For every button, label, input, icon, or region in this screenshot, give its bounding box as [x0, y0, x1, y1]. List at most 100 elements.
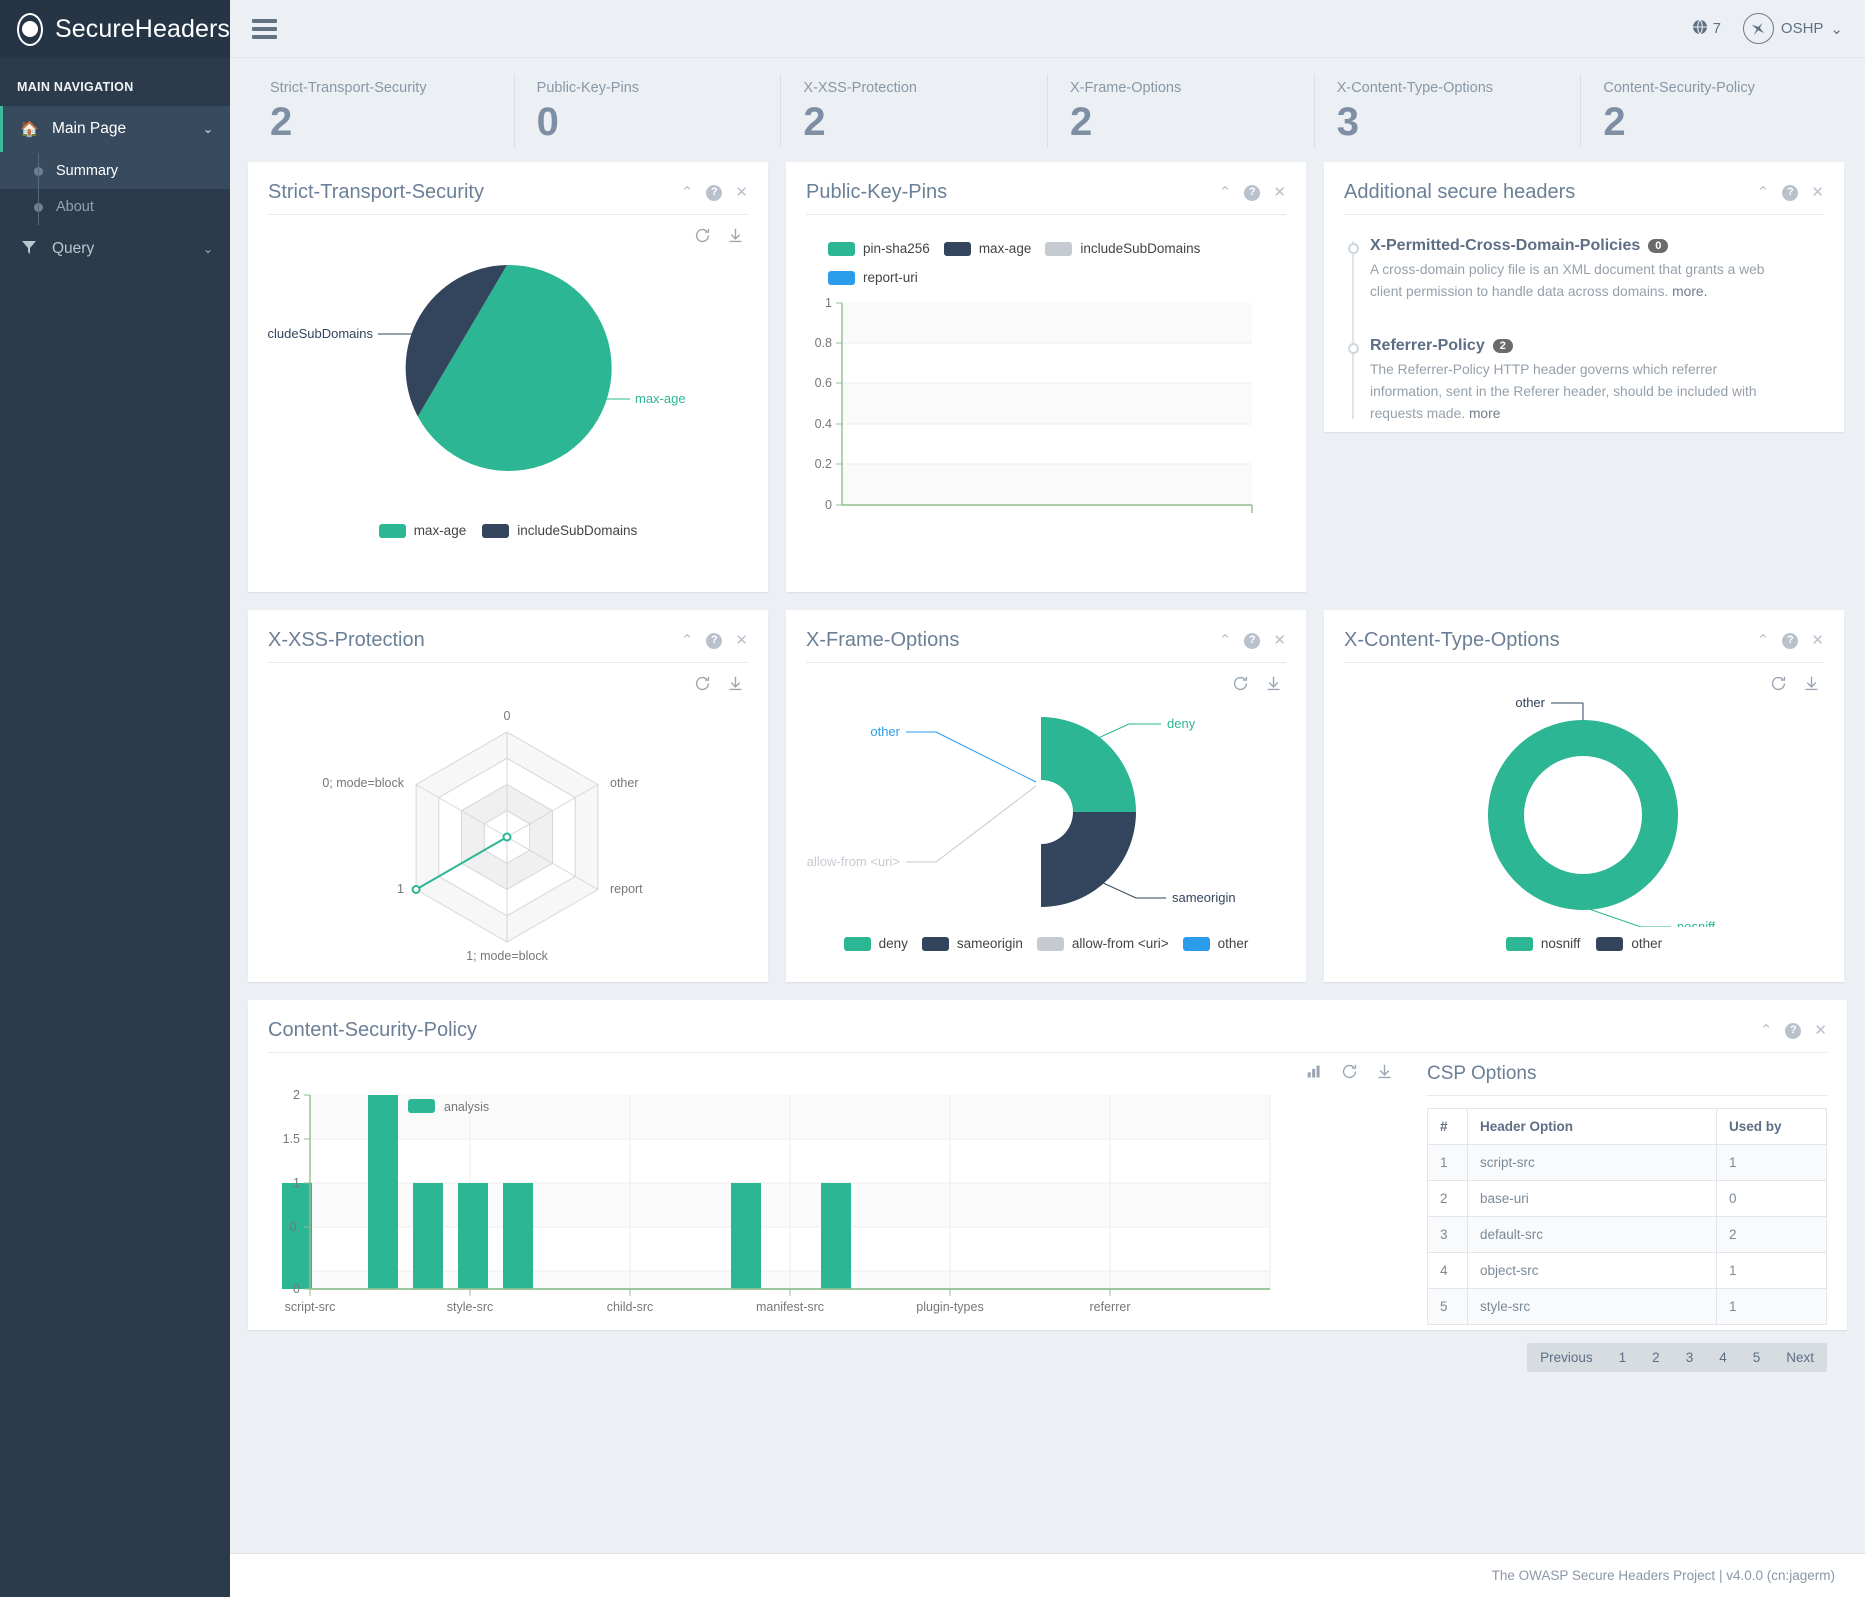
legend-item[interactable]: includeSubDomains — [482, 523, 637, 538]
close-icon[interactable]: ✕ — [1273, 633, 1286, 648]
collapse-icon[interactable]: ⌃ — [1219, 185, 1232, 200]
table-row[interactable]: 3 default-src 2 — [1427, 1216, 1827, 1253]
download-icon[interactable] — [1265, 675, 1282, 697]
pager-page-1[interactable]: 1 — [1606, 1343, 1640, 1372]
table-row[interactable]: 2 base-uri 0 — [1427, 1180, 1827, 1217]
more-link[interactable]: more. — [1672, 284, 1707, 299]
legend-item[interactable]: report-uri — [828, 270, 918, 285]
stat-x-xss-protection[interactable]: X-XSS-Protection 2 — [780, 74, 1047, 148]
download-icon[interactable] — [727, 227, 744, 249]
stat-public-key-pins[interactable]: Public-Key-Pins 0 — [513, 74, 781, 148]
panel-title: Public-Key-Pins — [806, 181, 948, 203]
hamburger-icon[interactable] — [252, 18, 277, 39]
legend-item[interactable]: other — [1596, 936, 1662, 951]
help-icon[interactable]: ? — [1782, 184, 1799, 201]
stat-content-security-policy[interactable]: Content-Security-Policy 2 — [1580, 74, 1847, 148]
legend-item[interactable]: nosniff — [1505, 936, 1580, 951]
legend-item[interactable]: pin-sha256 — [828, 241, 930, 256]
column-header-option: Header Option — [1467, 1108, 1717, 1145]
csp-bar-chart[interactable]: 2 1.5 1 0. 0 script-src style-src child-… — [268, 1085, 1407, 1330]
close-icon[interactable]: ✕ — [735, 185, 748, 200]
legend-item[interactable]: includeSubDomains — [1045, 241, 1200, 256]
cell-used: 1 — [1716, 1288, 1827, 1325]
download-icon[interactable] — [1376, 1063, 1393, 1085]
sidebar-subnav: Summary About — [0, 152, 230, 225]
timeline-item-referrer-policy[interactable]: Referrer-Policy 2 The Referrer-Policy HT… — [1348, 337, 1824, 425]
bullet-icon — [34, 166, 43, 176]
collapse-icon[interactable]: ⌃ — [1757, 633, 1770, 648]
table-row[interactable]: 1 script-src 1 — [1427, 1144, 1827, 1181]
help-icon[interactable]: ? — [706, 184, 723, 201]
help-icon[interactable]: ? — [1785, 1022, 1802, 1039]
xss-radar-chart[interactable]: 0 other report 1; mode=block 1 0; mode=b… — [268, 697, 748, 982]
close-icon[interactable]: ✕ — [1811, 633, 1824, 648]
timeline-item-x-permitted-cross-domain-policies[interactable]: X-Permitted-Cross-Domain-Policies 0 A cr… — [1348, 237, 1824, 303]
sidebar-item-label: Query — [52, 240, 95, 257]
table-row[interactable]: 5 style-src 1 — [1427, 1288, 1827, 1325]
legend-swatch — [378, 523, 406, 538]
xfo-donut-chart[interactable]: deny sameorigin other allow-from <uri> — [806, 697, 1286, 932]
legend-item[interactable]: max-age — [943, 241, 1031, 256]
csp-chart-wrap: 2 1.5 1 0. 0 script-src style-src child-… — [268, 1063, 1407, 1372]
download-icon[interactable] — [727, 675, 744, 697]
close-icon[interactable]: ✕ — [735, 633, 748, 648]
xcto-donut-chart[interactable]: other nosniff — [1344, 695, 1824, 934]
legend-item[interactable]: allow-from <uri> — [1036, 936, 1169, 951]
download-icon[interactable] — [1803, 675, 1820, 697]
collapse-icon[interactable]: ⌃ — [681, 633, 694, 648]
stat-label: X-Frame-Options — [1070, 80, 1182, 96]
pager-page-2[interactable]: 2 — [1639, 1343, 1673, 1372]
legend-label: sameorigin — [956, 936, 1023, 951]
table-row[interactable]: 4 object-src 1 — [1427, 1252, 1827, 1289]
bar-chart-icon[interactable] — [1306, 1063, 1323, 1085]
legend-item[interactable]: other — [1182, 936, 1248, 951]
close-icon[interactable]: ✕ — [1273, 185, 1286, 200]
refresh-icon[interactable] — [694, 227, 711, 249]
pager-next[interactable]: Next — [1773, 1343, 1827, 1372]
help-icon[interactable]: ? — [1244, 632, 1261, 649]
collapse-icon[interactable]: ⌃ — [1757, 185, 1770, 200]
help-icon[interactable]: ? — [706, 632, 723, 649]
pager-previous[interactable]: Previous — [1527, 1343, 1606, 1372]
stat-label: X-Content-Type-Options — [1336, 80, 1494, 96]
csp-options-table: # Header Option Used by 1 script-src 1 2… — [1427, 1108, 1827, 1325]
close-icon[interactable]: ✕ — [1811, 185, 1824, 200]
pager-page-3[interactable]: 3 — [1673, 1343, 1707, 1372]
refresh-icon[interactable] — [1232, 675, 1249, 697]
sts-pie-chart[interactable]: includeSubDomains max-age — [257, 249, 748, 509]
panel-content-security-policy: Content-Security-Policy ⌃ ? ✕ 2 1.5 1 0.… — [248, 1000, 1847, 1372]
collapse-icon[interactable]: ⌃ — [1219, 633, 1232, 648]
panel-header: Additional secure headers ⌃ ? ✕ — [1324, 165, 1844, 214]
close-icon[interactable]: ✕ — [1814, 1023, 1827, 1038]
more-link[interactable]: more — [1469, 406, 1500, 421]
pkp-bar-chart[interactable]: 1 0.8 0.6 0.4 0.2 0 — [806, 291, 1286, 576]
sidebar-item-query[interactable]: Query ⌄ — [0, 225, 230, 273]
chevron-down-icon: ⌄ — [1830, 20, 1843, 38]
legend-item[interactable]: deny — [843, 936, 908, 951]
collapse-icon[interactable]: ⌃ — [681, 185, 694, 200]
stat-value: 2 — [1070, 100, 1093, 144]
pager-page-5[interactable]: 5 — [1740, 1343, 1774, 1372]
stat-value: 0 — [536, 100, 559, 144]
sidebar-item-about[interactable]: About — [0, 189, 230, 225]
refresh-icon[interactable] — [1341, 1063, 1358, 1085]
legend-item[interactable]: sameorigin — [921, 936, 1023, 951]
collapse-icon[interactable]: ⌃ — [1760, 1023, 1773, 1038]
pager-page-4[interactable]: 4 — [1706, 1343, 1740, 1372]
stat-x-frame-options[interactable]: X-Frame-Options 2 — [1047, 74, 1314, 148]
legend-swatch — [1596, 936, 1624, 951]
cell-used: 1 — [1716, 1144, 1827, 1181]
svg-text:plugin-types: plugin-types — [916, 1300, 983, 1314]
brand-logo-area[interactable]: SecureHeaders — [0, 0, 230, 58]
help-icon[interactable]: ? — [1782, 632, 1799, 649]
stat-strict-transport-security[interactable]: Strict-Transport-Security 2 — [248, 74, 514, 148]
stat-x-content-type-options[interactable]: X-Content-Type-Options 3 — [1313, 74, 1581, 148]
globe-counter[interactable]: 7 — [1692, 19, 1721, 39]
help-icon[interactable]: ? — [1244, 184, 1261, 201]
refresh-icon[interactable] — [694, 675, 711, 697]
refresh-icon[interactable] — [1770, 675, 1787, 697]
sidebar-item-main-page[interactable]: 🏠 Main Page ⌄ — [0, 106, 230, 152]
legend-item[interactable]: max-age — [378, 523, 466, 538]
sidebar-item-summary[interactable]: Summary — [0, 153, 230, 189]
user-menu[interactable]: OSHP ⌄ — [1742, 13, 1843, 44]
